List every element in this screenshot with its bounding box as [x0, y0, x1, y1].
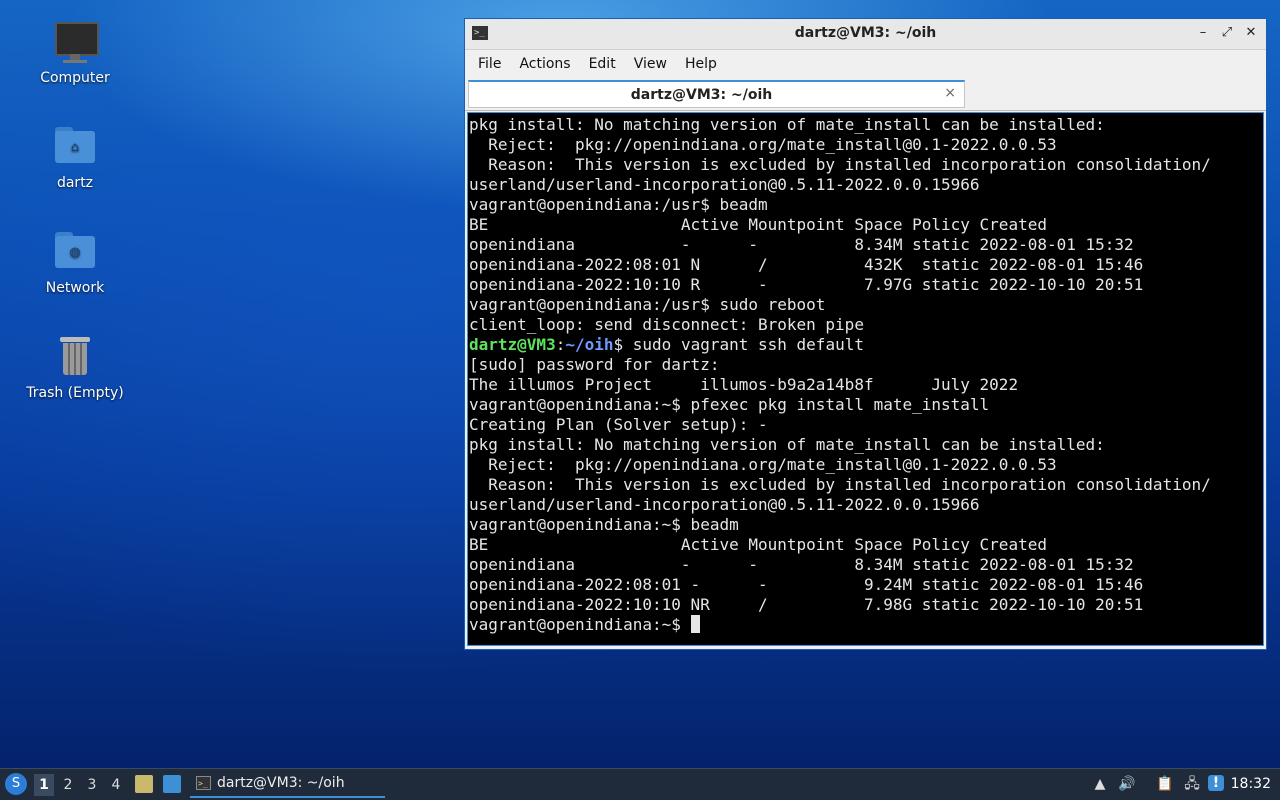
terminal-line: Reject: pkg://openindiana.org/mate_insta… [469, 455, 1057, 474]
terminal-line: Creating Plan (Solver setup): - [469, 415, 768, 434]
workspace-4[interactable]: 4 [106, 774, 126, 796]
terminal-line: vagrant@openindiana:/usr$ beadm [469, 195, 768, 214]
terminal-line: userland/userland-incorporation@0.5.11-2… [469, 175, 980, 194]
close-button[interactable]: ✕ [1242, 24, 1260, 42]
network-folder-icon: ◍ [52, 228, 98, 274]
terminal-line: openindiana - - 8.34M static 2022-08-01 … [469, 555, 1134, 574]
home-folder-icon: ⌂ [52, 123, 98, 169]
terminal-line: openindiana-2022:10:10 NR / 7.98G static… [469, 595, 1144, 614]
terminal-output[interactable]: pkg install: No matching version of mate… [467, 112, 1264, 646]
updates-icon[interactable]: ! [1208, 775, 1224, 791]
desktop-icon-label: dartz [56, 175, 94, 191]
terminal-line: Reason: This version is excluded by inst… [469, 155, 1211, 174]
desktop-icon-label: Computer [40, 70, 110, 86]
computer-icon [52, 18, 99, 64]
desktop-icon-label: Trash (Empty) [26, 385, 124, 401]
terminal-line: pkg install: No matching version of mate… [469, 435, 1105, 454]
terminal-task-icon: >_ [196, 776, 211, 790]
menu-actions[interactable]: Actions [510, 56, 579, 72]
terminal-line: pkg install: No matching version of mate… [469, 115, 1105, 134]
taskbar-task-terminal[interactable]: >_ dartz@VM3: ~/oih [190, 771, 385, 798]
terminal-line: Reject: pkg://openindiana.org/mate_insta… [469, 135, 1057, 154]
tab-close-icon[interactable]: × [944, 85, 956, 101]
network-icon[interactable]: 🖧 [1183, 775, 1201, 793]
tab-label: dartz@VM3: ~/oih [630, 87, 773, 103]
task-label: dartz@VM3: ~/oih [217, 775, 345, 791]
terminal-line: vagrant@openindiana:~$ pfexec pkg instal… [469, 395, 990, 414]
menu-view[interactable]: View [625, 56, 676, 72]
desktop-icon-computer[interactable]: Computer [15, 18, 135, 86]
workspace-3[interactable]: 3 [82, 774, 102, 796]
terminal-line: client_loop: send disconnect: Broken pip… [469, 315, 864, 334]
minimize-button[interactable]: – [1194, 24, 1212, 42]
desktop-icon-network[interactable]: ◍ Network [15, 228, 135, 296]
tray-expand-icon[interactable]: ▲ [1091, 775, 1109, 793]
terminal-line: BE Active Mountpoint Space Policy Create… [469, 535, 1047, 554]
start-menu-icon[interactable]: S [5, 773, 27, 795]
terminal-line: openindiana-2022:08:01 - - 9.24M static … [469, 575, 1144, 594]
desktop-icon-trash[interactable]: Trash (Empty) [15, 333, 135, 401]
terminal-line: openindiana-2022:10:10 R - 7.97G static … [469, 275, 1144, 294]
terminal-line: [sudo] password for dartz: [469, 355, 720, 374]
workspace-2[interactable]: 2 [58, 774, 78, 796]
maximize-button[interactable]: ⤢ [1218, 24, 1236, 42]
menu-help[interactable]: Help [676, 56, 726, 72]
terminal-line: The illumos Project illumos-b9a2a14b8f J… [469, 375, 1019, 394]
terminal-line: userland/userland-incorporation@0.5.11-2… [469, 495, 980, 514]
terminal-line: openindiana - - 8.34M static 2022-08-01 … [469, 235, 1134, 254]
window-titlebar[interactable]: >_ dartz@VM3: ~/oih – ⤢ ✕ [465, 19, 1266, 50]
terminal-line: vagrant@openindiana:~$ beadm [469, 515, 739, 534]
terminal-current-line: vagrant@openindiana:~$ [469, 615, 1263, 635]
volume-icon[interactable]: 🔊 [1118, 775, 1136, 793]
window-title: dartz@VM3: ~/oih [794, 25, 937, 41]
menu-bar: File Actions Edit View Help [465, 50, 1266, 78]
trash-icon [52, 333, 98, 379]
desktop-icon-home[interactable]: ⌂ dartz [15, 123, 135, 191]
terminal-cursor [690, 615, 700, 633]
desktop-icon-label: Network [45, 280, 105, 296]
clipboard-icon[interactable]: 📋 [1156, 775, 1174, 793]
terminal-window[interactable]: >_ dartz@VM3: ~/oih – ⤢ ✕ File Actions E… [464, 18, 1267, 650]
menu-edit[interactable]: Edit [580, 56, 625, 72]
terminal-line: BE Active Mountpoint Space Policy Create… [469, 215, 1047, 234]
prompt-user: dartz@VM3 [469, 335, 556, 354]
terminal-prompt-line: dartz@VM3:~/oih$ sudo vagrant ssh defaul… [469, 335, 1263, 355]
show-desktop-icon[interactable] [163, 775, 181, 793]
current-prompt: vagrant@openindiana:~$ [469, 615, 691, 634]
terminal-line: Reason: This version is excluded by inst… [469, 475, 1211, 494]
prompt-path: ~/oih [565, 335, 614, 354]
tab-terminal[interactable]: dartz@VM3: ~/oih × [468, 80, 965, 108]
tab-bar: dartz@VM3: ~/oih × [465, 78, 1266, 111]
terminal-line: openindiana-2022:08:01 N / 432K static 2… [469, 255, 1144, 274]
menu-file[interactable]: File [469, 56, 510, 72]
terminal-line: vagrant@openindiana:/usr$ sudo reboot [469, 295, 826, 314]
file-manager-icon[interactable] [135, 775, 153, 793]
taskbar: S 1 2 3 4 >_ dartz@VM3: ~/oih ▲ 🔊 📋 🖧 ! … [0, 768, 1280, 800]
prompt-separator: : [555, 335, 566, 354]
clock[interactable]: 18:32 [1231, 776, 1271, 792]
workspace-1[interactable]: 1 [34, 774, 54, 796]
prompt-command: $ sudo vagrant ssh default [613, 335, 864, 354]
